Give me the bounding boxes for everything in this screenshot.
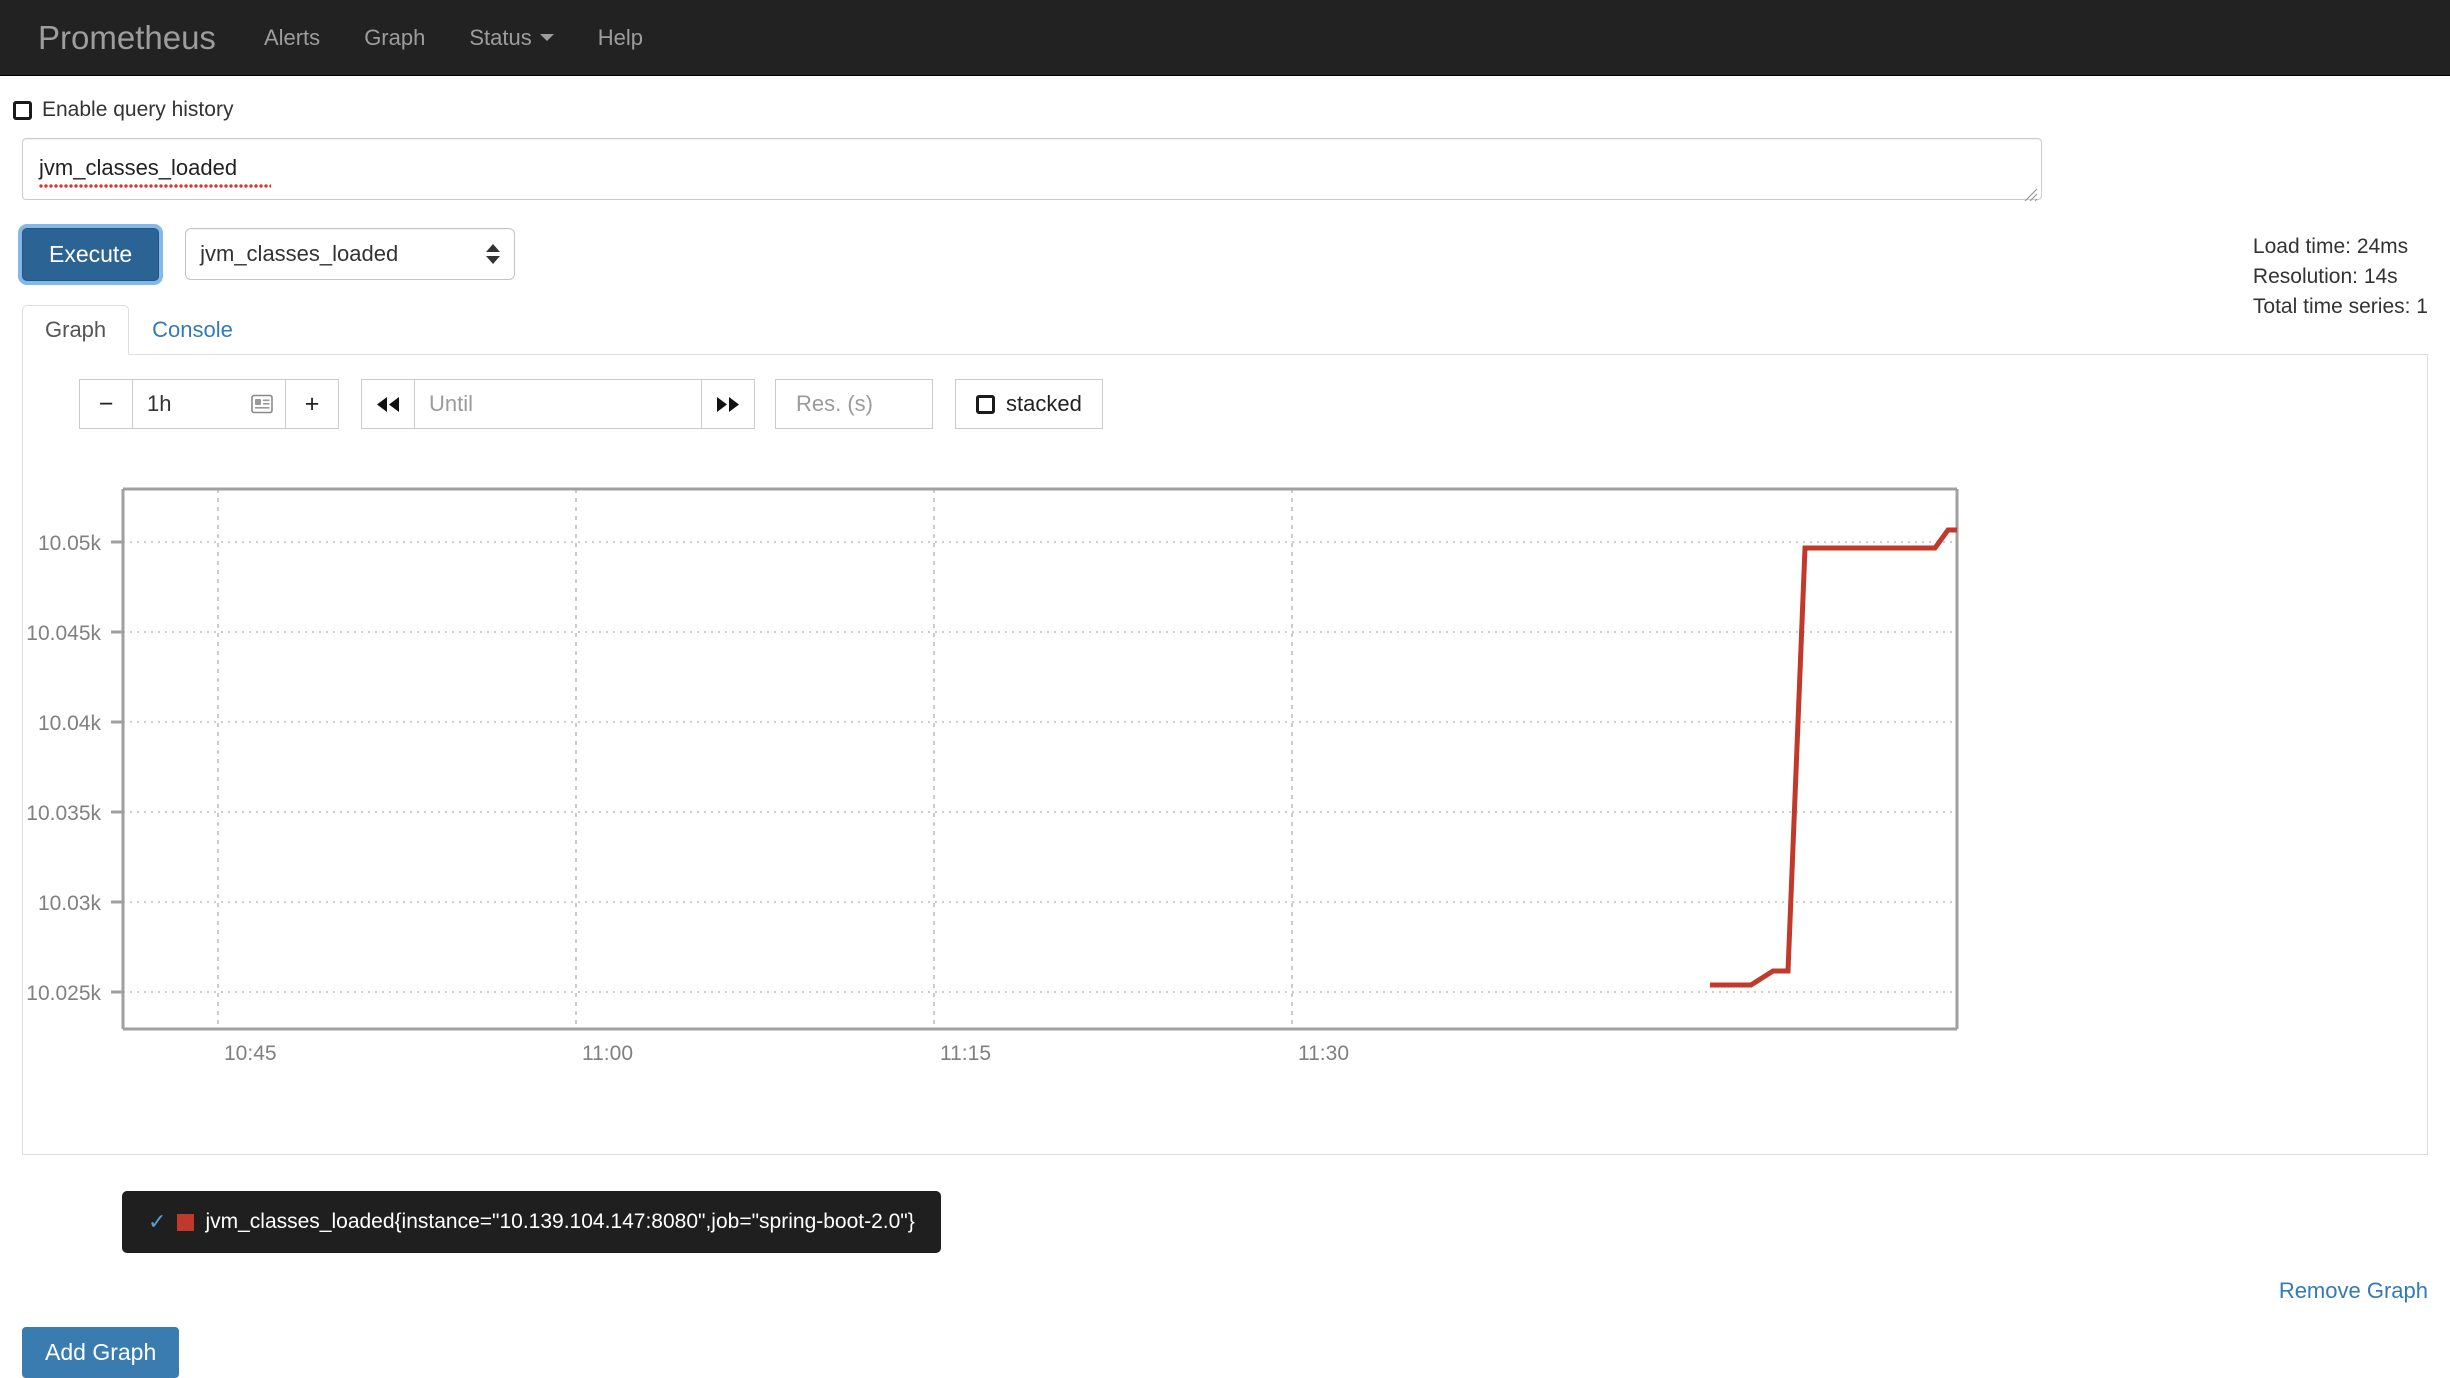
expression-row bbox=[22, 138, 2428, 206]
navbar: Prometheus Alerts Graph Status Help bbox=[0, 0, 2450, 76]
select-arrows-icon bbox=[486, 244, 501, 264]
expression-wrap bbox=[22, 138, 2042, 206]
legend-series-label: jvm_classes_loaded{instance="10.139.104.… bbox=[205, 1210, 915, 1233]
chart-legend[interactable]: ✓ jvm_classes_loaded{instance="10.139.10… bbox=[122, 1191, 941, 1253]
svg-text:11:00: 11:00 bbox=[582, 1042, 633, 1065]
until-input[interactable]: Until bbox=[415, 379, 701, 430]
stacked-toggle[interactable]: stacked bbox=[955, 379, 1103, 430]
tab-graph[interactable]: Graph bbox=[22, 305, 130, 356]
nav-item-alerts-label: Alerts bbox=[263, 24, 321, 50]
navbar-brand[interactable]: Prometheus bbox=[12, 0, 242, 76]
main-container: Enable query history Load time: 24ms Res… bbox=[0, 98, 2450, 1378]
svg-text:10.03k: 10.03k bbox=[38, 892, 102, 915]
tabs: Graph Console bbox=[22, 305, 2428, 356]
graph-panel: − 1h + Until Res. (s) stacked 10.05k 10.… bbox=[22, 355, 2428, 1156]
legend-color-swatch bbox=[177, 1213, 195, 1231]
add-graph-button[interactable]: Add Graph bbox=[22, 1327, 180, 1378]
time-series-chart[interactable]: 10.05k 10.045k 10.04k 10.035k 10.03k 10.… bbox=[23, 451, 2429, 1091]
metric-select-value: jvm_classes_loaded bbox=[200, 241, 399, 266]
resolution-placeholder: Res. (s) bbox=[796, 391, 873, 417]
chart-area: 10.05k 10.045k 10.04k 10.035k 10.03k 10.… bbox=[23, 451, 2427, 1065]
enable-query-history-row[interactable]: Enable query history bbox=[13, 98, 2428, 122]
svg-text:11:15: 11:15 bbox=[940, 1042, 991, 1065]
chevron-down-icon bbox=[539, 34, 554, 41]
svg-text:10.05k: 10.05k bbox=[38, 532, 102, 555]
legend-visibility-check-icon[interactable]: ✓ bbox=[148, 1211, 166, 1233]
step-backward-button[interactable] bbox=[361, 379, 415, 430]
nav-item-help-label: Help bbox=[597, 24, 643, 50]
stacked-label: stacked bbox=[1006, 391, 1082, 417]
svg-text:10.04k: 10.04k bbox=[38, 712, 102, 735]
execute-button[interactable]: Execute bbox=[22, 228, 160, 281]
svg-text:10.045k: 10.045k bbox=[26, 622, 101, 645]
nav-item-graph[interactable]: Graph bbox=[342, 0, 447, 76]
resolution: Resolution: 14s bbox=[2252, 265, 2398, 288]
until-placeholder: Until bbox=[429, 391, 474, 417]
expression-input[interactable] bbox=[22, 138, 2042, 200]
step-forward-button[interactable] bbox=[701, 379, 755, 430]
until-input-group: Until bbox=[361, 379, 755, 430]
svg-text:10.035k: 10.035k bbox=[26, 802, 101, 825]
y-tick-labels: 10.05k 10.045k 10.04k 10.035k 10.03k 10.… bbox=[26, 532, 101, 1005]
execute-row: Execute jvm_classes_loaded bbox=[22, 228, 2428, 281]
remove-graph-link[interactable]: Remove Graph bbox=[2279, 1278, 2428, 1304]
nav-item-help[interactable]: Help bbox=[576, 0, 665, 76]
nav-item-alerts[interactable]: Alerts bbox=[242, 0, 342, 76]
query-history-label: Enable query history bbox=[42, 98, 234, 121]
query-history-checkbox[interactable] bbox=[13, 100, 32, 120]
svg-text:10:45: 10:45 bbox=[224, 1042, 277, 1065]
range-decrease-button[interactable]: − bbox=[79, 379, 133, 430]
metric-select[interactable]: jvm_classes_loaded bbox=[185, 228, 516, 280]
range-input-group: − 1h + bbox=[79, 379, 339, 430]
graph-controls-toolbar: − 1h + Until Res. (s) stacked bbox=[23, 355, 2427, 430]
fast-forward-icon bbox=[717, 396, 739, 412]
tab-console[interactable]: Console bbox=[129, 305, 256, 355]
nav-item-graph-label: Graph bbox=[364, 24, 426, 50]
range-input[interactable]: 1h bbox=[133, 379, 285, 430]
nav-item-status-label: Status bbox=[469, 24, 532, 50]
stacked-checkbox[interactable] bbox=[976, 394, 995, 414]
y-tick-marks bbox=[111, 540, 123, 994]
svg-text:11:30: 11:30 bbox=[1298, 1042, 1349, 1065]
svg-text:10.025k: 10.025k bbox=[26, 982, 101, 1005]
calendar-card-icon[interactable] bbox=[251, 394, 273, 414]
rewind-icon bbox=[377, 396, 399, 412]
range-value: 1h bbox=[147, 391, 172, 417]
resolution-input[interactable]: Res. (s) bbox=[775, 379, 933, 430]
nav-item-status[interactable]: Status bbox=[447, 0, 575, 76]
range-increase-button[interactable]: + bbox=[285, 379, 339, 430]
load-time: Load time: 24ms bbox=[2252, 235, 2409, 258]
